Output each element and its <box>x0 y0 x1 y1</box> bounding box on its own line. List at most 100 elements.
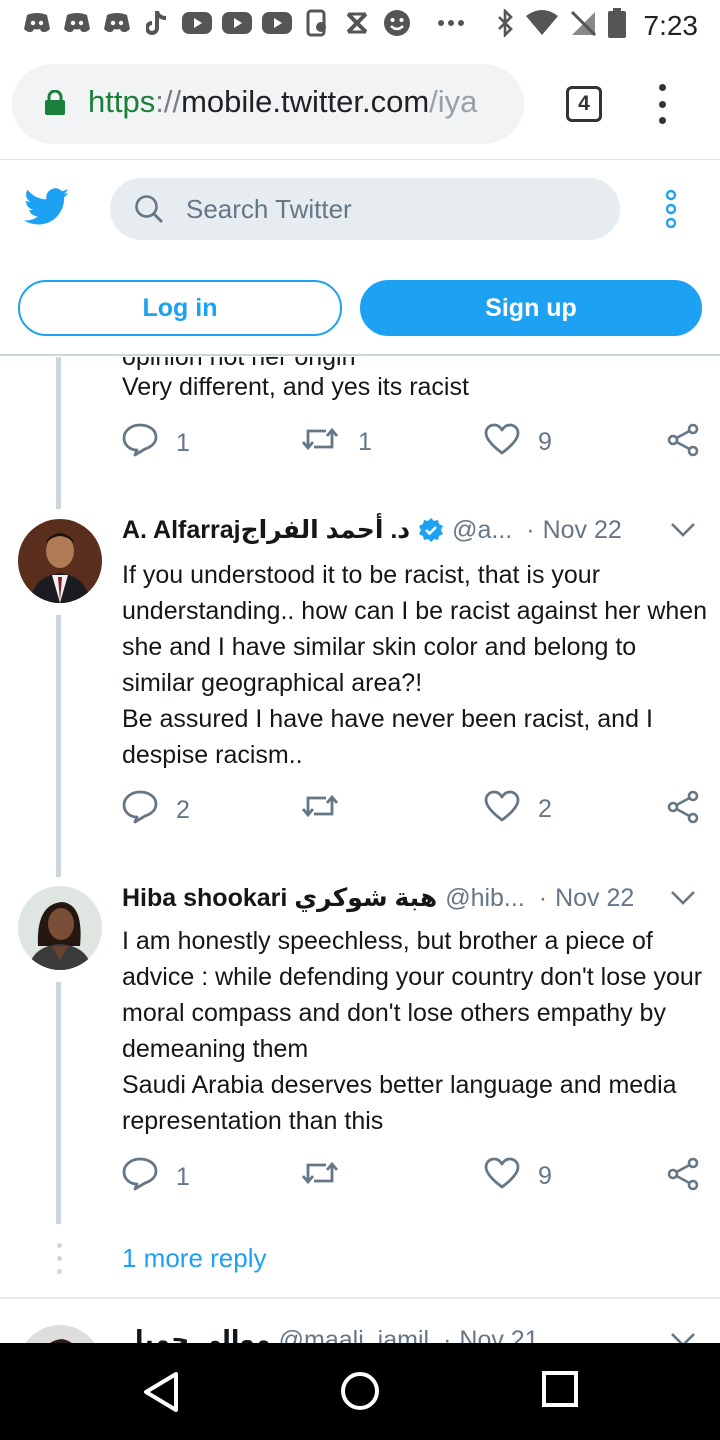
tweet-header: Hiba shookari هبة شوكري @hib... · Nov 22 <box>122 883 720 913</box>
retweet-button[interactable]: 1 <box>300 423 372 462</box>
system-navigation-bar <box>0 1343 720 1440</box>
chevron-down-icon[interactable] <box>670 516 696 545</box>
tab-switcher-button[interactable]: 4 <box>566 86 602 122</box>
discord-icon <box>62 8 92 38</box>
author-name[interactable]: Hiba shookari هبة شوكري <box>122 883 437 913</box>
retweet-button[interactable] <box>300 790 358 829</box>
tweet-date[interactable]: Nov 21 <box>459 1326 538 1344</box>
tweet-actions: 1 9 <box>122 1157 712 1197</box>
tweet-text: Very different, and yes its racist <box>122 373 469 401</box>
divider <box>0 1297 720 1299</box>
browser-menu-icon[interactable] <box>650 84 674 124</box>
like-count: 2 <box>538 795 552 823</box>
heart-icon <box>484 790 520 829</box>
reply-count: 1 <box>176 429 190 457</box>
avatar[interactable] <box>18 1325 102 1343</box>
retweet-icon <box>300 1157 340 1196</box>
reply-button[interactable]: 1 <box>122 423 190 464</box>
thread-line <box>56 357 61 509</box>
screen-record-icon <box>302 8 332 38</box>
reply-count: 2 <box>176 796 190 824</box>
address-bar[interactable]: https://mobile.twitter.com/iya <box>12 64 524 144</box>
browser-toolbar: https://mobile.twitter.com/iya 4 <box>0 50 720 160</box>
retweet-button[interactable] <box>300 1157 358 1196</box>
discord-icon <box>102 8 132 38</box>
reply-icon <box>122 1157 158 1198</box>
share-button[interactable] <box>666 1157 700 1198</box>
thread-line <box>56 982 61 1224</box>
tweet-header: موالي جميل @maali_jamil · Nov 21 <box>122 1325 720 1343</box>
avatar[interactable] <box>18 519 102 603</box>
author-handle: @a... <box>452 515 513 544</box>
clock: 7:23 <box>643 9 699 41</box>
tweet-actions: 2 2 <box>122 790 712 830</box>
lock-icon <box>44 89 66 121</box>
url-host: mobile.twitter.com <box>181 84 430 119</box>
search-box[interactable]: Search Twitter <box>110 178 620 240</box>
separator-dot: · <box>526 515 535 544</box>
back-icon[interactable] <box>142 1371 182 1418</box>
author-name[interactable]: A. Alfarrajد. أحمد الفراج <box>122 515 410 545</box>
url-separator: :// <box>155 84 182 119</box>
chevron-down-icon[interactable] <box>670 884 696 913</box>
search-input[interactable]: Search Twitter <box>186 194 352 225</box>
url-scheme: https <box>88 84 156 119</box>
separator-dot: · <box>538 883 548 912</box>
notification-icons <box>22 8 466 38</box>
share-icon <box>666 790 700 831</box>
author-handle: @hib... <box>445 883 525 912</box>
retweet-count: 1 <box>358 428 372 456</box>
like-button[interactable]: 2 <box>484 790 552 829</box>
youtube-icon <box>182 8 212 38</box>
retweet-icon <box>300 790 340 829</box>
signup-button[interactable]: Sign up <box>360 280 702 336</box>
author-handle: @maali_jamil <box>278 1325 430 1344</box>
home-icon[interactable] <box>340 1371 380 1416</box>
tweet-date[interactable]: Nov 22 <box>555 884 634 913</box>
thread-line <box>56 615 61 877</box>
reply-icon <box>122 790 158 831</box>
bluetooth-icon <box>496 7 514 42</box>
share-icon <box>666 423 700 464</box>
reply-button[interactable]: 2 <box>122 790 190 831</box>
youtube-icon <box>222 8 252 38</box>
tweet-date[interactable]: Nov 22 <box>543 516 622 545</box>
verified-badge-icon <box>418 517 444 543</box>
reply-icon <box>122 423 158 464</box>
reply-button[interactable]: 1 <box>122 1157 190 1198</box>
system-icons: 7:23 <box>496 7 699 43</box>
status-bar: 7:23 <box>0 0 720 50</box>
login-button[interactable]: Log in <box>18 280 342 336</box>
url-text: https://mobile.twitter.com/iya <box>88 84 477 120</box>
search-icon <box>134 194 164 229</box>
reply-thread: opinion not her origin Very different, a… <box>0 357 720 1343</box>
tweet-header: A. Alfarrajد. أحمد الفراج @a... · Nov 22 <box>122 515 720 545</box>
separator-dot: · <box>443 1325 452 1344</box>
like-count: 9 <box>538 1162 552 1190</box>
discord-icon <box>22 8 52 38</box>
twitter-logo-icon[interactable] <box>24 188 70 231</box>
like-button[interactable]: 9 <box>484 423 552 462</box>
share-icon <box>666 1157 700 1198</box>
share-button[interactable] <box>666 790 700 831</box>
share-button[interactable] <box>666 423 700 464</box>
more-notifications-icon <box>436 8 466 38</box>
reply-count: 1 <box>176 1163 190 1191</box>
smiley-icon <box>382 8 412 38</box>
battery-icon <box>607 8 626 43</box>
twitter-header: Search Twitter Log in Sign up <box>0 160 720 356</box>
heart-icon <box>484 1157 520 1196</box>
tweet-actions: 1 1 9 <box>122 423 712 463</box>
author-name[interactable]: موالي جميل <box>122 1325 271 1343</box>
youtube-icon <box>262 8 292 38</box>
avatar[interactable] <box>18 886 102 970</box>
chevron-down-icon[interactable] <box>670 1326 696 1343</box>
recents-icon[interactable] <box>542 1371 578 1412</box>
more-replies-link[interactable]: 1 more reply <box>122 1243 267 1274</box>
tiktok-icon <box>142 8 172 38</box>
tweet-text: I am honestly speechless, but brother a … <box>122 927 703 1135</box>
x-icon <box>342 8 372 38</box>
like-button[interactable]: 9 <box>484 1157 552 1196</box>
more-options-icon[interactable] <box>664 189 678 233</box>
tweet-text: If you understood it to be racist, that … <box>122 561 708 769</box>
